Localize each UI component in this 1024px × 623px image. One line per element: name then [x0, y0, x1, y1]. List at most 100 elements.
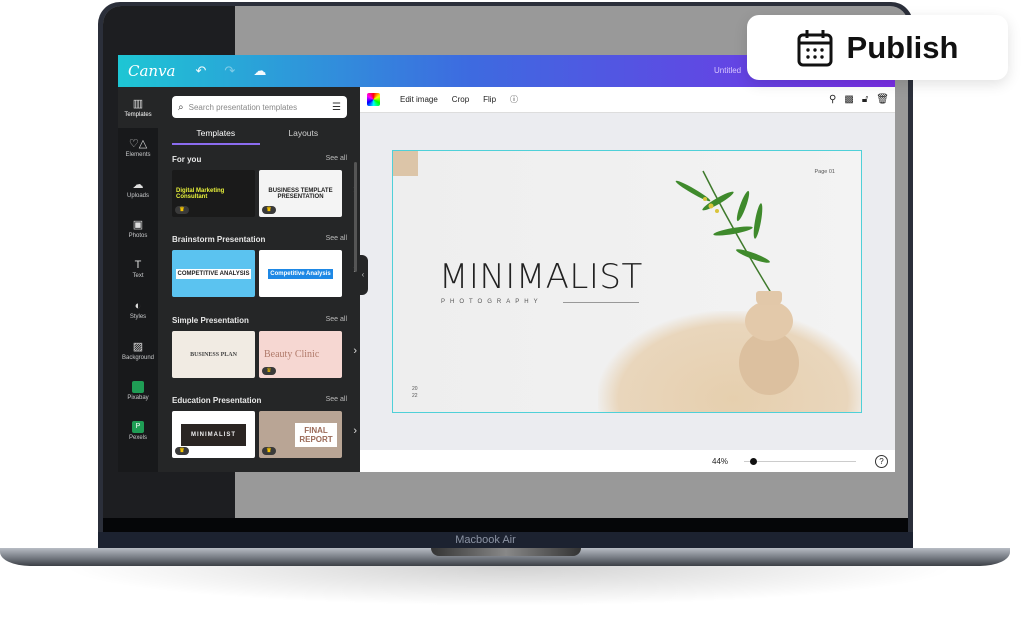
year-top: 20: [412, 386, 418, 392]
crown-icon: ♛: [175, 447, 189, 455]
cloud-saved-icon[interactable]: ☁: [253, 63, 266, 79]
publish-card[interactable]: Publish: [747, 15, 1008, 80]
decor-square: [393, 151, 418, 176]
redo-icon[interactable]: ↷: [224, 63, 235, 79]
filter-icon[interactable]: ☰: [332, 102, 341, 113]
edit-image-button[interactable]: Edit image: [400, 95, 438, 104]
editor-toolbar: Edit image Crop Flip ⓘ ⚲ ▩ 🔓︎ 🗑︎: [360, 87, 895, 113]
lock-icon[interactable]: 🔓︎: [862, 94, 868, 105]
background-icon: ▨: [132, 340, 144, 353]
see-all-link[interactable]: See all: [326, 235, 347, 244]
template-thumb[interactable]: COMPETITIVE ANALYSIS: [172, 250, 255, 297]
thumb-text: COMPETITIVE ANALYSIS: [175, 268, 252, 279]
template-thumb[interactable]: BUSINESS TEMPLATE PRESENTATION ♛: [259, 170, 342, 217]
color-swatch[interactable]: [367, 93, 380, 106]
rail-templates[interactable]: ▥ Templates: [118, 87, 158, 128]
pexels-icon: P: [132, 421, 144, 434]
tab-layouts[interactable]: Layouts: [260, 125, 348, 145]
thumb-text: BUSINESS PLAN: [190, 351, 237, 358]
page-number: Page 01: [814, 169, 836, 175]
section-title: Simple Presentation: [172, 316, 249, 325]
chevron-right-icon[interactable]: ›: [353, 425, 357, 437]
rail-background[interactable]: ▨ Background: [118, 330, 158, 371]
laptop-notch: [431, 548, 581, 556]
see-all-link[interactable]: See all: [326, 316, 347, 325]
publish-label: Publish: [846, 29, 959, 65]
cloth-image: [598, 311, 861, 412]
search-placeholder: Search presentation templates: [188, 102, 298, 112]
trash-icon[interactable]: 🗑︎: [876, 94, 889, 105]
doc-title[interactable]: Untitled: [714, 66, 741, 75]
section-title: Education Presentation: [172, 396, 262, 405]
pixabay-icon: [132, 380, 144, 393]
template-thumb[interactable]: Digital Marketing Consultant ♛: [172, 170, 255, 217]
section-title: For you: [172, 155, 202, 164]
rail-label: Text: [132, 273, 144, 280]
zoom-slider-knob[interactable]: [749, 458, 757, 465]
see-all-link[interactable]: See all: [326, 396, 347, 405]
elements-icon: ♡△: [128, 138, 148, 151]
palette-icon: ◐: [134, 299, 142, 312]
crop-button[interactable]: Crop: [452, 95, 469, 104]
canva-app: Canva ↶ ↷ ☁ Untitled ▥ Templates ♡△ Elemen…: [118, 55, 895, 472]
rail-pexels[interactable]: P Pexels: [118, 411, 158, 452]
section-simple: Simple Presentation See all BUSINESS PLAN…: [172, 316, 357, 378]
panel-scrollbar[interactable]: [354, 162, 357, 272]
search-icon: ⌕: [178, 101, 184, 113]
zoom-slider[interactable]: [744, 458, 856, 465]
info-icon[interactable]: ⓘ: [510, 94, 518, 105]
template-thumb[interactable]: Beauty Clinic ♛: [259, 331, 342, 378]
rail-label: Templates: [124, 111, 152, 118]
transparency-icon[interactable]: ▩: [844, 94, 853, 105]
crown-icon: ♛: [262, 447, 276, 455]
section-title: Brainstorm Presentation: [172, 235, 266, 244]
paint-roller-icon[interactable]: ⚲: [829, 94, 836, 105]
thumb-text: Digital Marketing Consultant: [176, 187, 225, 200]
device-label: Macbook Air: [98, 532, 913, 548]
crown-icon: ♛: [175, 206, 189, 214]
template-thumb[interactable]: MINIMALIST ♛: [172, 411, 255, 458]
template-thumb[interactable]: BUSINESS PLAN: [172, 331, 255, 378]
laptop-shadow: [60, 566, 960, 606]
rail-uploads[interactable]: ☁ Uploads: [118, 168, 158, 209]
slide-canvas[interactable]: Page 01 MINIMALIST PHOTOGRAPHY 20 22: [392, 150, 862, 413]
collapse-panel-button[interactable]: ‹: [358, 255, 368, 295]
thumb-text: Beauty Clinic: [264, 349, 320, 360]
undo-icon[interactable]: ↶: [196, 63, 207, 79]
rail-styles[interactable]: ◐ Styles: [118, 290, 158, 331]
thumb-text: MINIMALIST: [181, 423, 246, 446]
rail-label: Uploads: [126, 192, 149, 199]
canva-logo[interactable]: Canva: [128, 62, 176, 80]
chevron-right-icon[interactable]: ›: [353, 345, 357, 357]
rail-pixabay[interactable]: Pixabay: [118, 371, 158, 412]
rail-photos[interactable]: ▣ Photos: [118, 209, 158, 250]
flip-button[interactable]: Flip: [483, 95, 496, 104]
subtitle-line: [563, 302, 639, 303]
slide-title[interactable]: MINIMALIST: [439, 257, 643, 297]
see-all-link[interactable]: See all: [326, 155, 347, 164]
templates-icon: ▥: [132, 97, 144, 110]
tab-templates[interactable]: Templates: [172, 125, 260, 145]
rail-elements[interactable]: ♡△ Elements: [118, 128, 158, 169]
section-for-you: For you See all Digital Marketing Consult…: [172, 155, 357, 217]
zoom-level[interactable]: 44%: [712, 457, 728, 466]
year-bottom: 22: [412, 393, 418, 399]
vase-image-neck: [756, 291, 782, 305]
section-brainstorm: Brainstorm Presentation See all COMPETITI…: [172, 235, 357, 297]
thumb-text: BUSINESS TEMPLATE PRESENTATION: [268, 187, 333, 200]
template-thumb[interactable]: Competitive Analysis: [259, 250, 342, 297]
help-button[interactable]: ?: [875, 454, 888, 468]
crown-icon: ♛: [262, 367, 276, 375]
slide-subtitle[interactable]: PHOTOGRAPHY: [441, 299, 543, 305]
search-input[interactable]: ⌕ Search presentation templates ☰: [172, 96, 347, 118]
upload-cloud-icon: ☁: [132, 178, 144, 191]
photos-icon: ▣: [132, 219, 144, 232]
rail-label: Photos: [128, 233, 148, 240]
section-education: Education Presentation See all MINIMALIST…: [172, 396, 357, 458]
template-thumb[interactable]: FINAL REPORT ♛: [259, 411, 342, 458]
thumb-text: FINAL REPORT: [295, 422, 337, 447]
rail-label: Pexels: [128, 435, 147, 442]
editor-footer: 44% ?: [360, 450, 895, 472]
rail-text[interactable]: T Text: [118, 249, 158, 290]
slide-year: 20 22: [412, 386, 418, 400]
